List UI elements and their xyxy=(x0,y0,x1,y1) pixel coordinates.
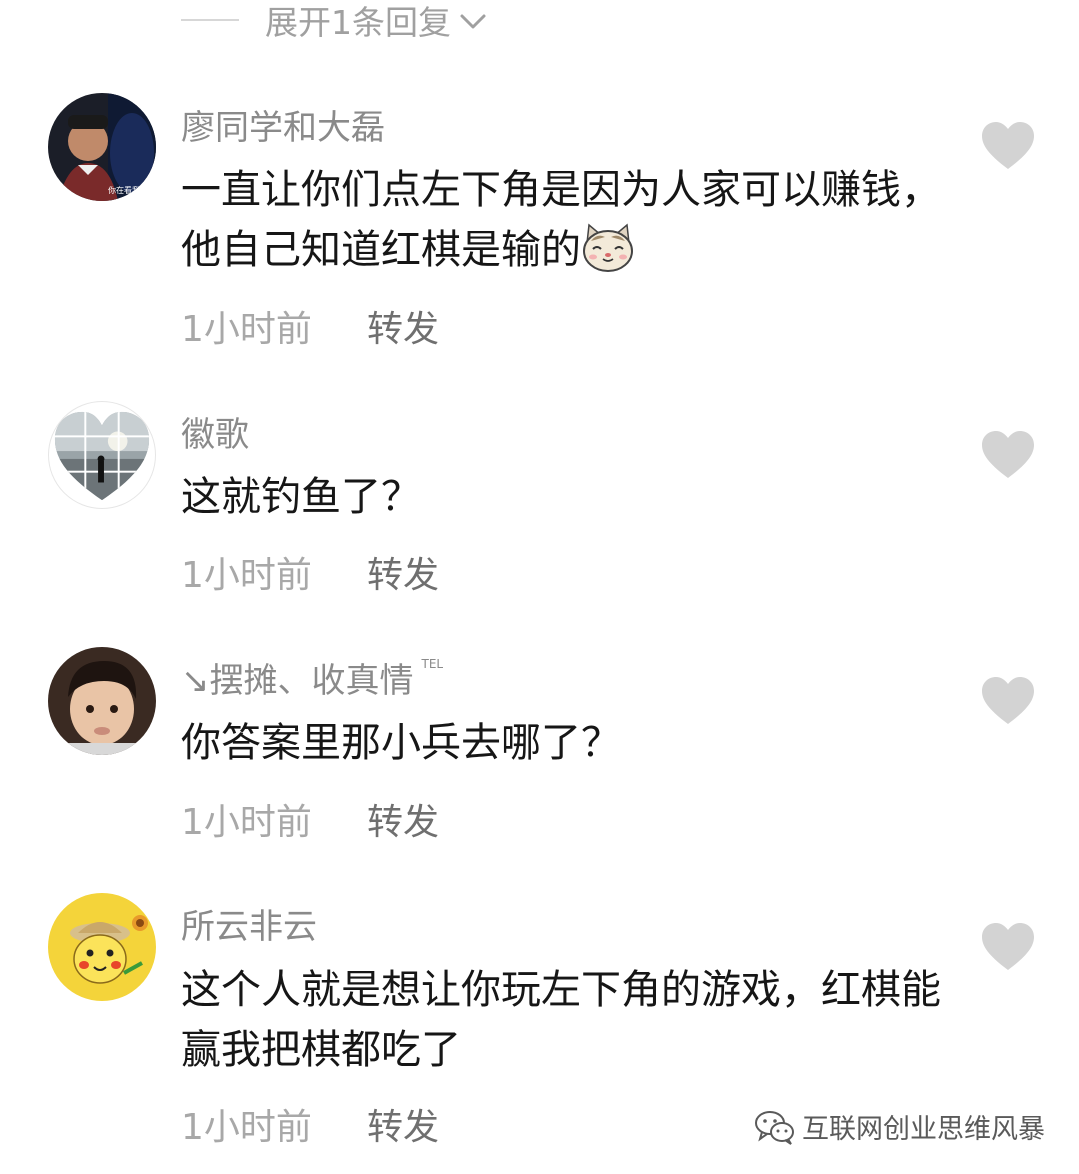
avatar[interactable] xyxy=(48,647,156,755)
comment-text: 这个人就是想让你玩左下角的游戏，红棋能赢我把棋都吃了 xyxy=(181,967,941,1073)
comment-time: 1小时前 xyxy=(181,1107,312,1148)
heart-icon[interactable] xyxy=(980,922,1036,972)
avatar[interactable] xyxy=(48,401,156,509)
avatar[interactable]: 你在看我吗 xyxy=(48,93,156,201)
heart-icon[interactable] xyxy=(980,121,1036,171)
watermark: 互联网创业思维风暴 xyxy=(754,1107,1045,1146)
comment-text: 这就钓鱼了？ xyxy=(181,474,421,520)
svg-text:你在看我吗: 你在看我吗 xyxy=(108,185,148,195)
forward-button[interactable]: 转发 xyxy=(367,555,439,596)
comment-time: 1小时前 xyxy=(181,309,312,350)
heart-icon[interactable] xyxy=(980,430,1036,480)
comment-username[interactable]: ↘摆摊、收真情 TEL xyxy=(181,653,443,702)
comment-meta: 1小时前 转发 xyxy=(181,1098,439,1150)
comment-time: 1小时前 xyxy=(181,802,312,843)
comment-meta: 1小时前 转发 xyxy=(181,546,439,598)
comment-time: 1小时前 xyxy=(181,555,312,596)
expand-replies-label: 展开1条回复 xyxy=(265,3,451,42)
cat-face-emoji-icon xyxy=(583,223,633,272)
comment-text: 你答案里那小兵去哪了？ xyxy=(181,720,621,766)
expand-replies-button[interactable]: 展开1条回复 xyxy=(181,0,487,42)
forward-button[interactable]: 转发 xyxy=(367,802,439,843)
comment-username[interactable]: 所云非云 xyxy=(181,899,317,948)
forward-button[interactable]: 转发 xyxy=(367,309,439,350)
heart-icon[interactable] xyxy=(980,676,1036,726)
forward-button[interactable]: 转发 xyxy=(367,1107,439,1148)
divider-line xyxy=(181,19,239,21)
comment-meta: 1小时前 转发 xyxy=(181,300,439,352)
username-badge: TEL xyxy=(421,657,444,671)
avatar[interactable] xyxy=(48,893,156,1001)
wechat-icon xyxy=(755,1110,794,1145)
watermark-text: 互联网创业思维风暴 xyxy=(802,1114,1045,1145)
chevron-down-icon xyxy=(460,14,486,29)
comment-username[interactable]: 徽歌 xyxy=(181,407,249,456)
comment-meta: 1小时前 转发 xyxy=(181,793,439,845)
comment-text: 一直让你们点左下角是因为人家可以赚钱，他自己知道红棋是输的 xyxy=(181,167,941,273)
comment-username[interactable]: 廖同学和大磊 xyxy=(181,100,385,149)
